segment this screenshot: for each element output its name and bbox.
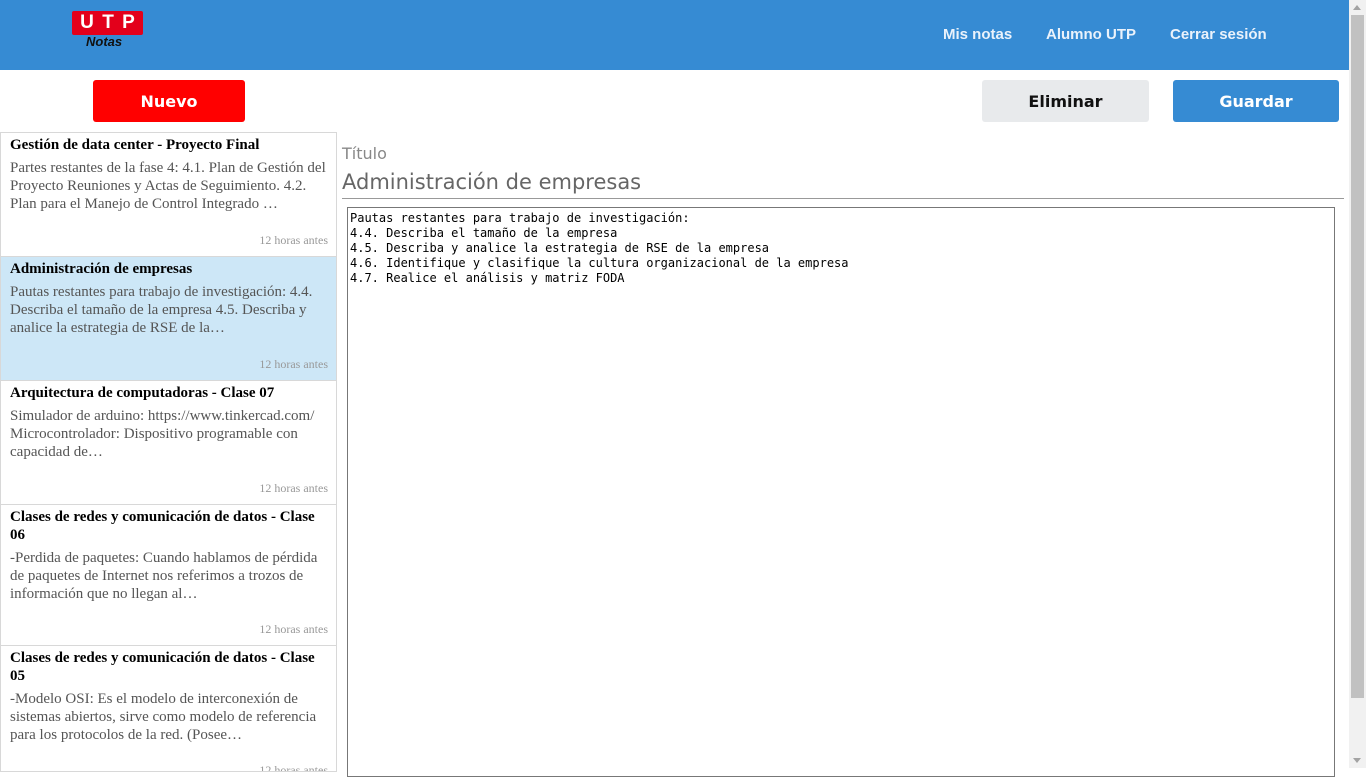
note-timestamp: 12 horas antes: [259, 357, 328, 371]
utp-notas-logo[interactable]: U T P Notas: [72, 11, 144, 49]
note-title: Arquitectura de computadoras - Clase 07: [10, 385, 275, 401]
note-list: Gestión de data center - Proyecto Final …: [0, 132, 337, 772]
nav-mis-notas[interactable]: Mis notas: [943, 26, 1012, 43]
note-body-textarea[interactable]: Pautas restantes para trabajo de investi…: [347, 207, 1335, 777]
scroll-down-arrow-icon[interactable]: [1353, 758, 1361, 763]
save-note-button[interactable]: Guardar: [1173, 80, 1339, 122]
logo-letter: P: [122, 12, 135, 33]
scroll-thumb[interactable]: [1351, 15, 1364, 698]
logo-badge: U T P: [72, 11, 143, 35]
note-list-item[interactable]: Arquitectura de computadoras - Clase 07 …: [1, 381, 336, 505]
logo-subtitle: Notas: [86, 34, 123, 49]
scroll-up-arrow-icon[interactable]: [1353, 5, 1361, 10]
nav-alumno-utp[interactable]: Alumno UTP: [1046, 26, 1136, 43]
note-title: Clases de redes y comunicación de datos …: [10, 509, 315, 543]
note-preview: Partes restantes de la fase 4: 4.1. Plan…: [10, 160, 326, 212]
note-title-input[interactable]: [342, 166, 1344, 199]
note-preview: -Modelo OSI: Es el modelo de interconexi…: [10, 691, 317, 743]
note-list-item[interactable]: Gestión de data center - Proyecto Final …: [1, 133, 336, 257]
note-preview: Pautas restantes para trabajo de investi…: [10, 284, 313, 336]
note-list-item[interactable]: Clases de redes y comunicación de datos …: [1, 646, 336, 771]
note-title: Gestión de data center - Proyecto Final: [10, 137, 260, 153]
logo-letter: T: [102, 12, 114, 33]
note-preview: -Perdida de paquetes: Cuando hablamos de…: [10, 550, 318, 602]
top-navbar: U T P Notas Mis notas Alumno UTP Cerrar …: [0, 0, 1349, 70]
new-note-button[interactable]: Nuevo: [93, 80, 245, 122]
note-title: Administración de empresas: [10, 261, 193, 277]
note-timestamp: 12 horas antes: [259, 233, 328, 247]
delete-note-button[interactable]: Eliminar: [982, 80, 1149, 122]
page-scrollbar[interactable]: [1349, 0, 1366, 768]
logo-letter: U: [80, 12, 94, 33]
title-label: Título: [342, 144, 387, 163]
note-list-item-selected[interactable]: Administración de empresas Pautas restan…: [1, 257, 336, 381]
note-timestamp: 12 horas antes: [259, 481, 328, 495]
note-list-item[interactable]: Clases de redes y comunicación de datos …: [1, 505, 336, 646]
note-timestamp: 12 horas antes: [259, 622, 328, 636]
nav-cerrar-sesion[interactable]: Cerrar sesión: [1170, 26, 1267, 43]
note-title: Clases de redes y comunicación de datos …: [10, 650, 315, 684]
note-preview: Simulador de arduino: https://www.tinker…: [10, 408, 315, 460]
